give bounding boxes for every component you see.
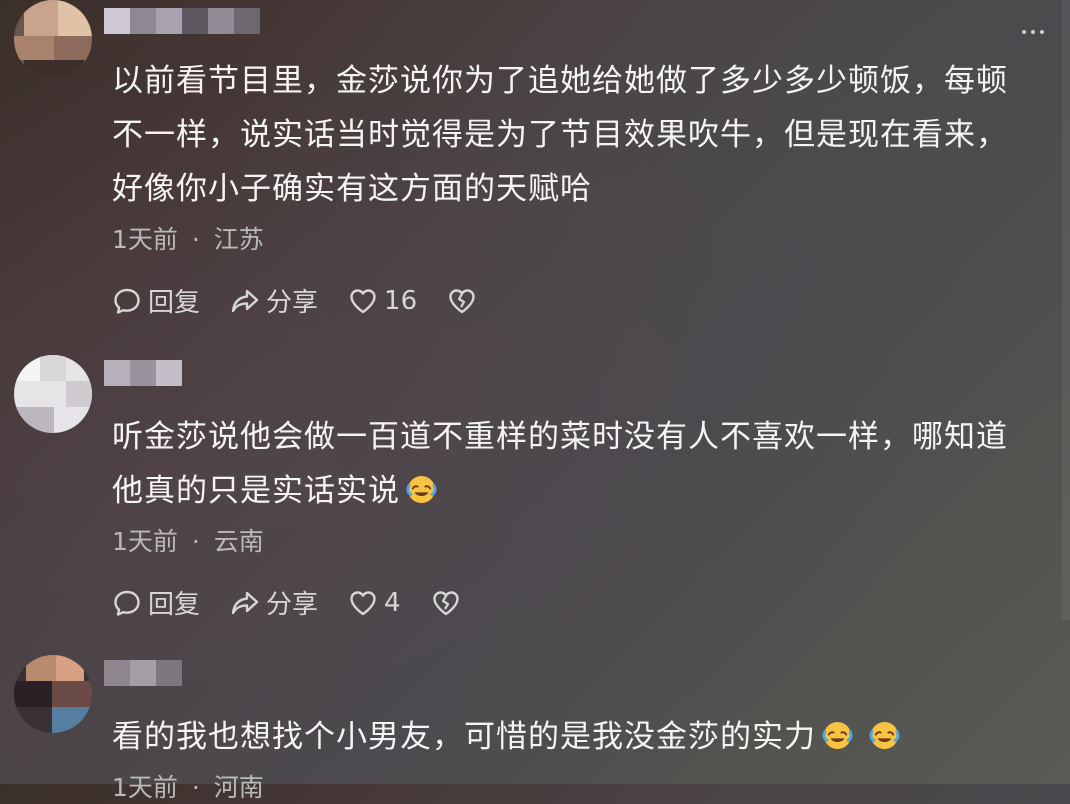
dislike-button[interactable] (431, 588, 461, 618)
comment-text: 听金莎说他会做一百道不重样的菜时没有人不喜欢一样，哪知道他真的只是实话实说 (112, 410, 1032, 518)
reply-button[interactable]: 回复 (112, 282, 200, 319)
like-button[interactable]: 16 (348, 286, 417, 316)
username-blurred[interactable] (104, 360, 182, 386)
reply-button[interactable]: 回复 (112, 584, 200, 621)
comment-actions: 回复 分享 16 (112, 282, 507, 319)
share-arrow-icon (231, 591, 259, 614)
heart-icon (350, 288, 376, 313)
comment-location: 江苏 (213, 225, 264, 254)
more-dots-icon[interactable] (1022, 30, 1044, 34)
comment-location: 河南 (213, 773, 264, 802)
share-button[interactable]: 分享 (230, 282, 318, 319)
reply-label: 回复 (148, 288, 201, 318)
comment-time: 1天前 (112, 527, 178, 556)
share-button[interactable]: 分享 (230, 584, 318, 621)
like-count: 16 (384, 285, 418, 316)
like-count: 4 (384, 587, 401, 618)
broken-heart-icon (432, 590, 459, 615)
share-label: 分享 (266, 590, 319, 620)
comment-bubble-icon (114, 288, 140, 314)
comment-time: 1天前 (112, 225, 178, 254)
broken-heart-icon (449, 288, 475, 313)
comment-actions: 回复 分享 4 (112, 584, 491, 621)
comment-meta: 1天前 · 云南 (112, 522, 264, 558)
comment-text: 以前看节目里，金莎说你为了追她给她做了多少多少顿饭，每顿不一样，说实话当时觉得是… (112, 63, 1008, 207)
avatar[interactable] (14, 655, 92, 733)
laughing-crying-emoji (869, 721, 900, 750)
comment-time: 1天前 (112, 773, 178, 802)
laughing-crying-emoji (822, 721, 853, 750)
meta-separator: · (191, 527, 200, 556)
comment-meta: 1天前 · 江苏 (112, 220, 264, 256)
reply-label: 回复 (148, 590, 201, 620)
laughing-crying-emoji (406, 475, 437, 504)
avatar[interactable] (14, 0, 92, 78)
username-blurred[interactable] (104, 660, 182, 686)
avatar[interactable] (14, 355, 92, 433)
meta-separator: · (191, 773, 200, 802)
dislike-button[interactable] (447, 286, 477, 316)
heart-icon (350, 590, 376, 615)
comment-text-content: 听金莎说他会做一百道不重样的菜时没有人不喜欢一样，哪知道他真的只是实话实说 (112, 419, 1008, 509)
share-arrow-icon (231, 289, 259, 312)
comment-text: 看的我也想找个小男友，可惜的是我没金莎的实力 (112, 710, 1032, 764)
comment-bubble-icon (114, 590, 140, 616)
meta-separator: · (191, 225, 200, 254)
comment-text-content: 看的我也想找个小男友，可惜的是我没金莎的实力 (112, 719, 816, 755)
scrollbar[interactable] (1062, 0, 1070, 620)
comment-location: 云南 (213, 527, 264, 556)
like-button[interactable]: 4 (348, 588, 401, 618)
username-blurred[interactable] (104, 8, 260, 34)
share-label: 分享 (266, 288, 319, 318)
comment-meta: 1天前 · 河南 (112, 768, 264, 804)
